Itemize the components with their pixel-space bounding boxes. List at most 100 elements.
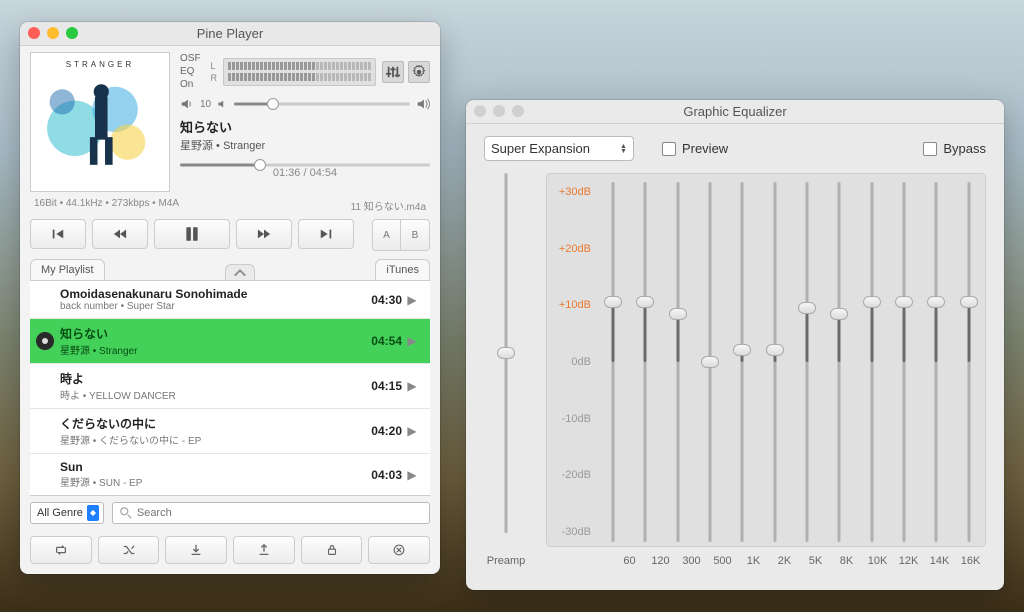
- playlist-row[interactable]: Sun星野源 • SUN - EP04:03▶: [30, 454, 430, 495]
- checkbox-icon: [923, 142, 937, 156]
- rewind-button[interactable]: [92, 219, 148, 249]
- eq-band-label: 500: [707, 555, 738, 567]
- eq-band-label: 8K: [831, 555, 862, 567]
- play-pause-button[interactable]: [154, 219, 230, 249]
- remove-button[interactable]: [368, 536, 430, 564]
- eq-sliders-button[interactable]: [382, 61, 404, 83]
- track-title: Sun: [60, 460, 356, 474]
- track-title: 時よ: [60, 370, 356, 387]
- track-duration: 04:20: [356, 424, 402, 438]
- chevron-up-down-icon: [87, 505, 99, 521]
- eq-band-slider[interactable]: [830, 182, 848, 542]
- eq-band-label: 10K: [862, 555, 893, 567]
- track-subtitle: 星野源 • SUN - EP: [60, 474, 356, 489]
- eq-band-slider[interactable]: [733, 182, 751, 542]
- eq-band-slider[interactable]: [636, 182, 654, 542]
- maximize-icon[interactable]: [512, 105, 524, 117]
- preamp-slider[interactable]: [497, 173, 515, 533]
- bypass-label: Bypass: [943, 141, 986, 156]
- eq-band-label: 1K: [738, 555, 769, 567]
- playlist-row[interactable]: くだらないの中に星野源 • くだらないの中に - EP04:20▶: [30, 409, 430, 454]
- eq-band-label: 12K: [893, 555, 924, 567]
- graphic-equalizer-window: Graphic Equalizer Super Expansion ▲▼ Pre…: [466, 100, 1004, 590]
- track-title: 知らない: [60, 325, 356, 342]
- close-icon[interactable]: [28, 27, 40, 39]
- settings-button[interactable]: [408, 61, 430, 83]
- eq-band-slider[interactable]: [669, 182, 687, 542]
- search-icon: [119, 506, 133, 520]
- next-track-button[interactable]: [298, 219, 354, 249]
- volume-slider[interactable]: [234, 97, 410, 111]
- eq-band-slider[interactable]: [927, 182, 945, 542]
- volume-value: 10: [200, 99, 211, 110]
- osf-labels: OSF EQ On: [180, 52, 205, 91]
- search-input[interactable]: [112, 502, 430, 524]
- track-subtitle: back number • Super Star: [60, 301, 356, 312]
- volume-high-icon: [416, 97, 430, 111]
- format-info: 16Bit • 44.1kHz • 273kbps • M4A: [34, 198, 179, 213]
- eq-titlebar[interactable]: Graphic Equalizer: [466, 100, 1004, 124]
- album-name: STRANGER: [31, 60, 169, 69]
- volume-low-icon: [217, 97, 228, 111]
- eq-band-label: 300: [676, 555, 707, 567]
- volume-icon: [180, 97, 194, 111]
- eq-preset-value: Super Expansion: [491, 141, 590, 156]
- prev-track-button[interactable]: [30, 219, 86, 249]
- bypass-checkbox[interactable]: Bypass: [923, 141, 986, 156]
- eq-band-label: 5K: [800, 555, 831, 567]
- import-button[interactable]: [165, 536, 227, 564]
- close-icon[interactable]: [474, 105, 486, 117]
- preview-checkbox[interactable]: Preview: [662, 141, 728, 156]
- album-art: STRANGER: [30, 52, 170, 192]
- eq-window-title: Graphic Equalizer: [683, 104, 786, 119]
- eq-band-slider[interactable]: [863, 182, 881, 542]
- track-subtitle: 時よ • YELLOW DANCER: [60, 387, 356, 402]
- play-icon[interactable]: ▶: [402, 293, 422, 307]
- tab-itunes[interactable]: iTunes: [375, 259, 430, 280]
- checkbox-icon: [662, 142, 676, 156]
- play-icon[interactable]: ▶: [402, 468, 422, 482]
- minimize-icon[interactable]: [47, 27, 59, 39]
- db-tick-labels: +30dB+20dB+10dB0dB-10dB-20dB-30dB: [547, 182, 597, 542]
- play-icon[interactable]: ▶: [402, 334, 422, 348]
- player-titlebar[interactable]: Pine Player: [20, 22, 440, 46]
- eq-band-slider[interactable]: [766, 182, 784, 542]
- playlist-row[interactable]: Omoidasenakunaru Sonohimadeback number •…: [30, 281, 430, 319]
- shuffle-button[interactable]: [98, 536, 160, 564]
- player-window-title: Pine Player: [197, 26, 263, 41]
- eq-band-slider[interactable]: [798, 182, 816, 542]
- eq-band-slider[interactable]: [604, 182, 622, 542]
- repeat-button[interactable]: [30, 536, 92, 564]
- eq-band-slider[interactable]: [701, 182, 719, 542]
- search-field[interactable]: [137, 507, 423, 519]
- export-button[interactable]: [233, 536, 295, 564]
- play-icon[interactable]: ▶: [402, 424, 422, 438]
- now-playing-title: 知らない: [180, 117, 430, 136]
- playlist-row[interactable]: 知らない星野源 • Stranger04:54▶: [30, 319, 430, 364]
- fastforward-button[interactable]: [236, 219, 292, 249]
- playlist-scroll-up-button[interactable]: [225, 264, 255, 280]
- genre-select-value: All Genre: [37, 507, 83, 519]
- ab-loop-b-button[interactable]: B: [401, 220, 429, 250]
- eq-band-label: 60: [614, 555, 645, 567]
- playlist-row[interactable]: 時よ時よ • YELLOW DANCER04:15▶: [30, 364, 430, 409]
- preview-label: Preview: [682, 141, 728, 156]
- eq-preset-select[interactable]: Super Expansion ▲▼: [484, 136, 634, 161]
- eq-band-slider[interactable]: [960, 182, 978, 542]
- now-playing-icon: [36, 332, 54, 350]
- genre-select[interactable]: All Genre: [30, 502, 104, 524]
- chevron-up-down-icon: ▲▼: [620, 144, 627, 154]
- ab-loop-a-button[interactable]: A: [373, 220, 401, 250]
- tab-my-playlist[interactable]: My Playlist: [30, 259, 105, 280]
- maximize-icon[interactable]: [66, 27, 78, 39]
- eq-band-label: 120: [645, 555, 676, 567]
- track-duration: 04:30: [356, 293, 402, 307]
- now-playing-artist: 星野源 • Stranger: [180, 137, 430, 153]
- eq-band-slider[interactable]: [895, 182, 913, 542]
- eq-band-label: 16K: [955, 555, 986, 567]
- minimize-icon[interactable]: [493, 105, 505, 117]
- track-duration: 04:03: [356, 468, 402, 482]
- play-icon[interactable]: ▶: [402, 379, 422, 393]
- track-duration: 04:15: [356, 379, 402, 393]
- lock-button[interactable]: [301, 536, 363, 564]
